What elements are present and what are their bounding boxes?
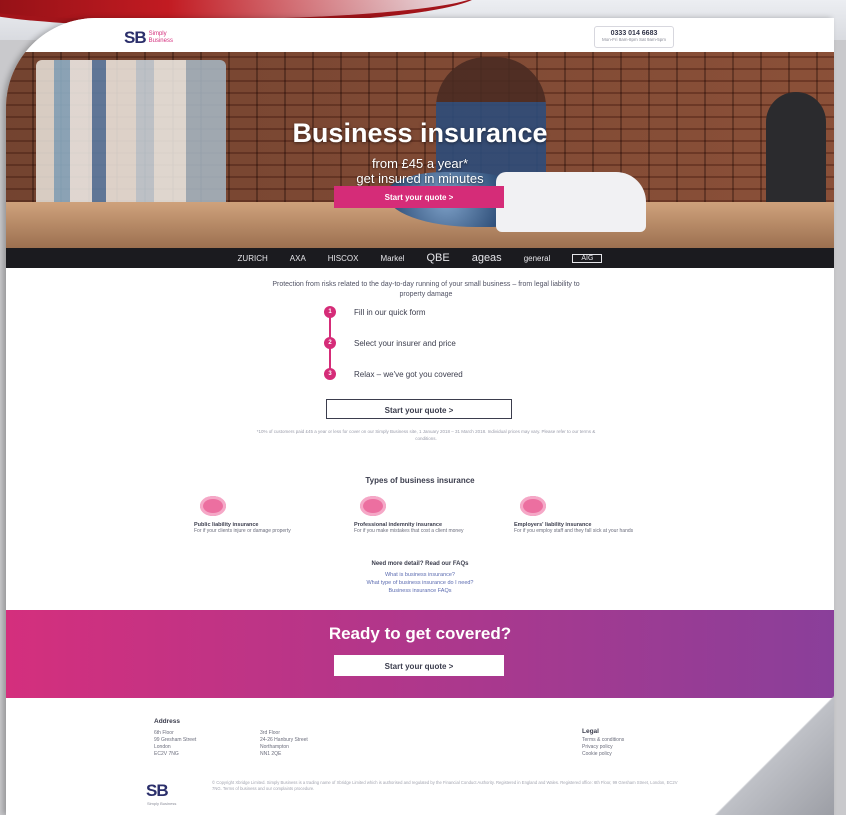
partner-general-logo: general (523, 253, 551, 263)
type-description: For if your clients injure or damage pro… (194, 528, 291, 534)
footer-address-line: 6th Floor (154, 730, 174, 736)
footer-address-line: 24-26 Hanbury Street (260, 737, 308, 743)
footer-address-line: EC2V 7NG (154, 751, 179, 757)
footer-logo[interactable]: SB (146, 781, 169, 801)
partner-axa-logo: AXA (289, 253, 306, 263)
faq-link[interactable]: Business insurance FAQs (6, 588, 834, 594)
step-number-badge: 3 (324, 368, 336, 380)
footer-address-line: NN1 2QE (260, 751, 282, 757)
partner-logos-strip: ZURICH AXA HISCOX Markel QBE ageas gener… (6, 248, 834, 268)
types-heading: Types of business insurance (365, 476, 475, 485)
footer-privacy-link[interactable]: Privacy policy (582, 744, 613, 751)
faq-heading: Need more detail? Read our FAQs (371, 561, 469, 567)
footer-address-heading: Address (154, 718, 181, 725)
step-label: Fill in our quick form (354, 307, 426, 317)
hero-banner: Business insurance from £45 a year* get … (6, 52, 834, 248)
insurance-type-card[interactable]: Professional indemnity insurance For if … (354, 496, 484, 535)
step-number-badge: 1 (324, 306, 336, 318)
step-item: 3 Relax – we've got you covered (324, 368, 463, 380)
steps-start-quote-button[interactable]: Start your quote > (326, 399, 512, 419)
type-description: For if you make mistakes that cost a cli… (354, 528, 464, 534)
footer-address-line: 99 Gresham Street (154, 737, 197, 743)
footer-terms-link[interactable]: Terms & conditions (582, 737, 624, 744)
footer-address-line: London (154, 744, 171, 750)
logo-mark: SB (124, 28, 147, 47)
logo[interactable]: SB Simply Business (124, 28, 173, 48)
footer-cookie-link[interactable]: Cookie policy (582, 751, 612, 758)
step-item: 1 Fill in our quick form (324, 306, 426, 318)
web-page: SB Simply Business 0333 014 6683 Mon-Fri… (6, 18, 834, 815)
phone-number: 0333 014 6683 (610, 30, 658, 37)
logo-text: Simply Business (149, 31, 173, 45)
partner-ageas-logo: ageas (471, 252, 502, 264)
intro-text: Protection from risks related to the day… (272, 281, 580, 298)
partner-qbe-logo: QBE (426, 252, 450, 264)
ready-title: Ready to get covered? (328, 624, 512, 643)
footer-address-line: 3rd Floor (260, 730, 281, 736)
hero-start-quote-button[interactable]: Start your quote > (334, 186, 504, 208)
footer-legal-text: © Copyright Xbridge Limited. Simply Busi… (212, 780, 678, 791)
logo-line2: Business (148, 38, 173, 44)
ready-banner: Ready to get covered? Start your quote > (6, 610, 834, 698)
partner-markel-logo: Markel (380, 253, 405, 263)
site-header: SB Simply Business 0333 014 6683 Mon-Fri… (6, 18, 834, 52)
hero-title: Business insurance (292, 118, 548, 148)
step-item: 2 Select your insurer and price (324, 337, 456, 349)
faq-link[interactable]: What type of business insurance do I nee… (6, 580, 834, 586)
pricing-disclaimer: *10% of customers paid £45 a year or les… (256, 429, 596, 441)
footer-address-line: Northampton (260, 744, 289, 750)
hero-subtitle: get insured in minutes (356, 171, 484, 186)
professional-indemnity-icon (360, 496, 386, 516)
steps-list: 1 Fill in our quick form 2 Select your i… (324, 306, 584, 390)
public-liability-icon (200, 496, 226, 516)
hero-price: from £45 a year* (371, 156, 469, 171)
partner-hiscox-logo: HISCOX (327, 253, 359, 263)
step-number-badge: 2 (324, 337, 336, 349)
step-label: Relax – we've got you covered (354, 369, 463, 379)
partner-zurich-logo: ZURICH (237, 253, 268, 263)
employers-liability-icon (520, 496, 546, 516)
partner-aig-logo: AIG (572, 253, 603, 263)
phone-hours: Mon-Fri 8am-8pm Sat 9am-5pm (601, 37, 667, 42)
footer-logo-text: Simply Business (147, 801, 177, 806)
footer-legal-heading: Legal (582, 728, 599, 735)
type-description: For if you employ staff and they fall si… (514, 528, 634, 534)
faq-link[interactable]: What is business insurance? (6, 572, 834, 578)
page-curl-decoration (714, 695, 834, 815)
step-label: Select your insurer and price (354, 338, 456, 348)
insurance-type-card[interactable]: Employers' liability insurance For if yo… (514, 496, 644, 535)
logo-line1: Simply (148, 31, 167, 37)
ready-start-quote-button[interactable]: Start your quote > (334, 655, 504, 676)
phone-box[interactable]: 0333 014 6683 Mon-Fri 8am-8pm Sat 9am-5p… (594, 26, 674, 48)
insurance-type-card[interactable]: Public liability insurance For if your c… (194, 496, 324, 535)
